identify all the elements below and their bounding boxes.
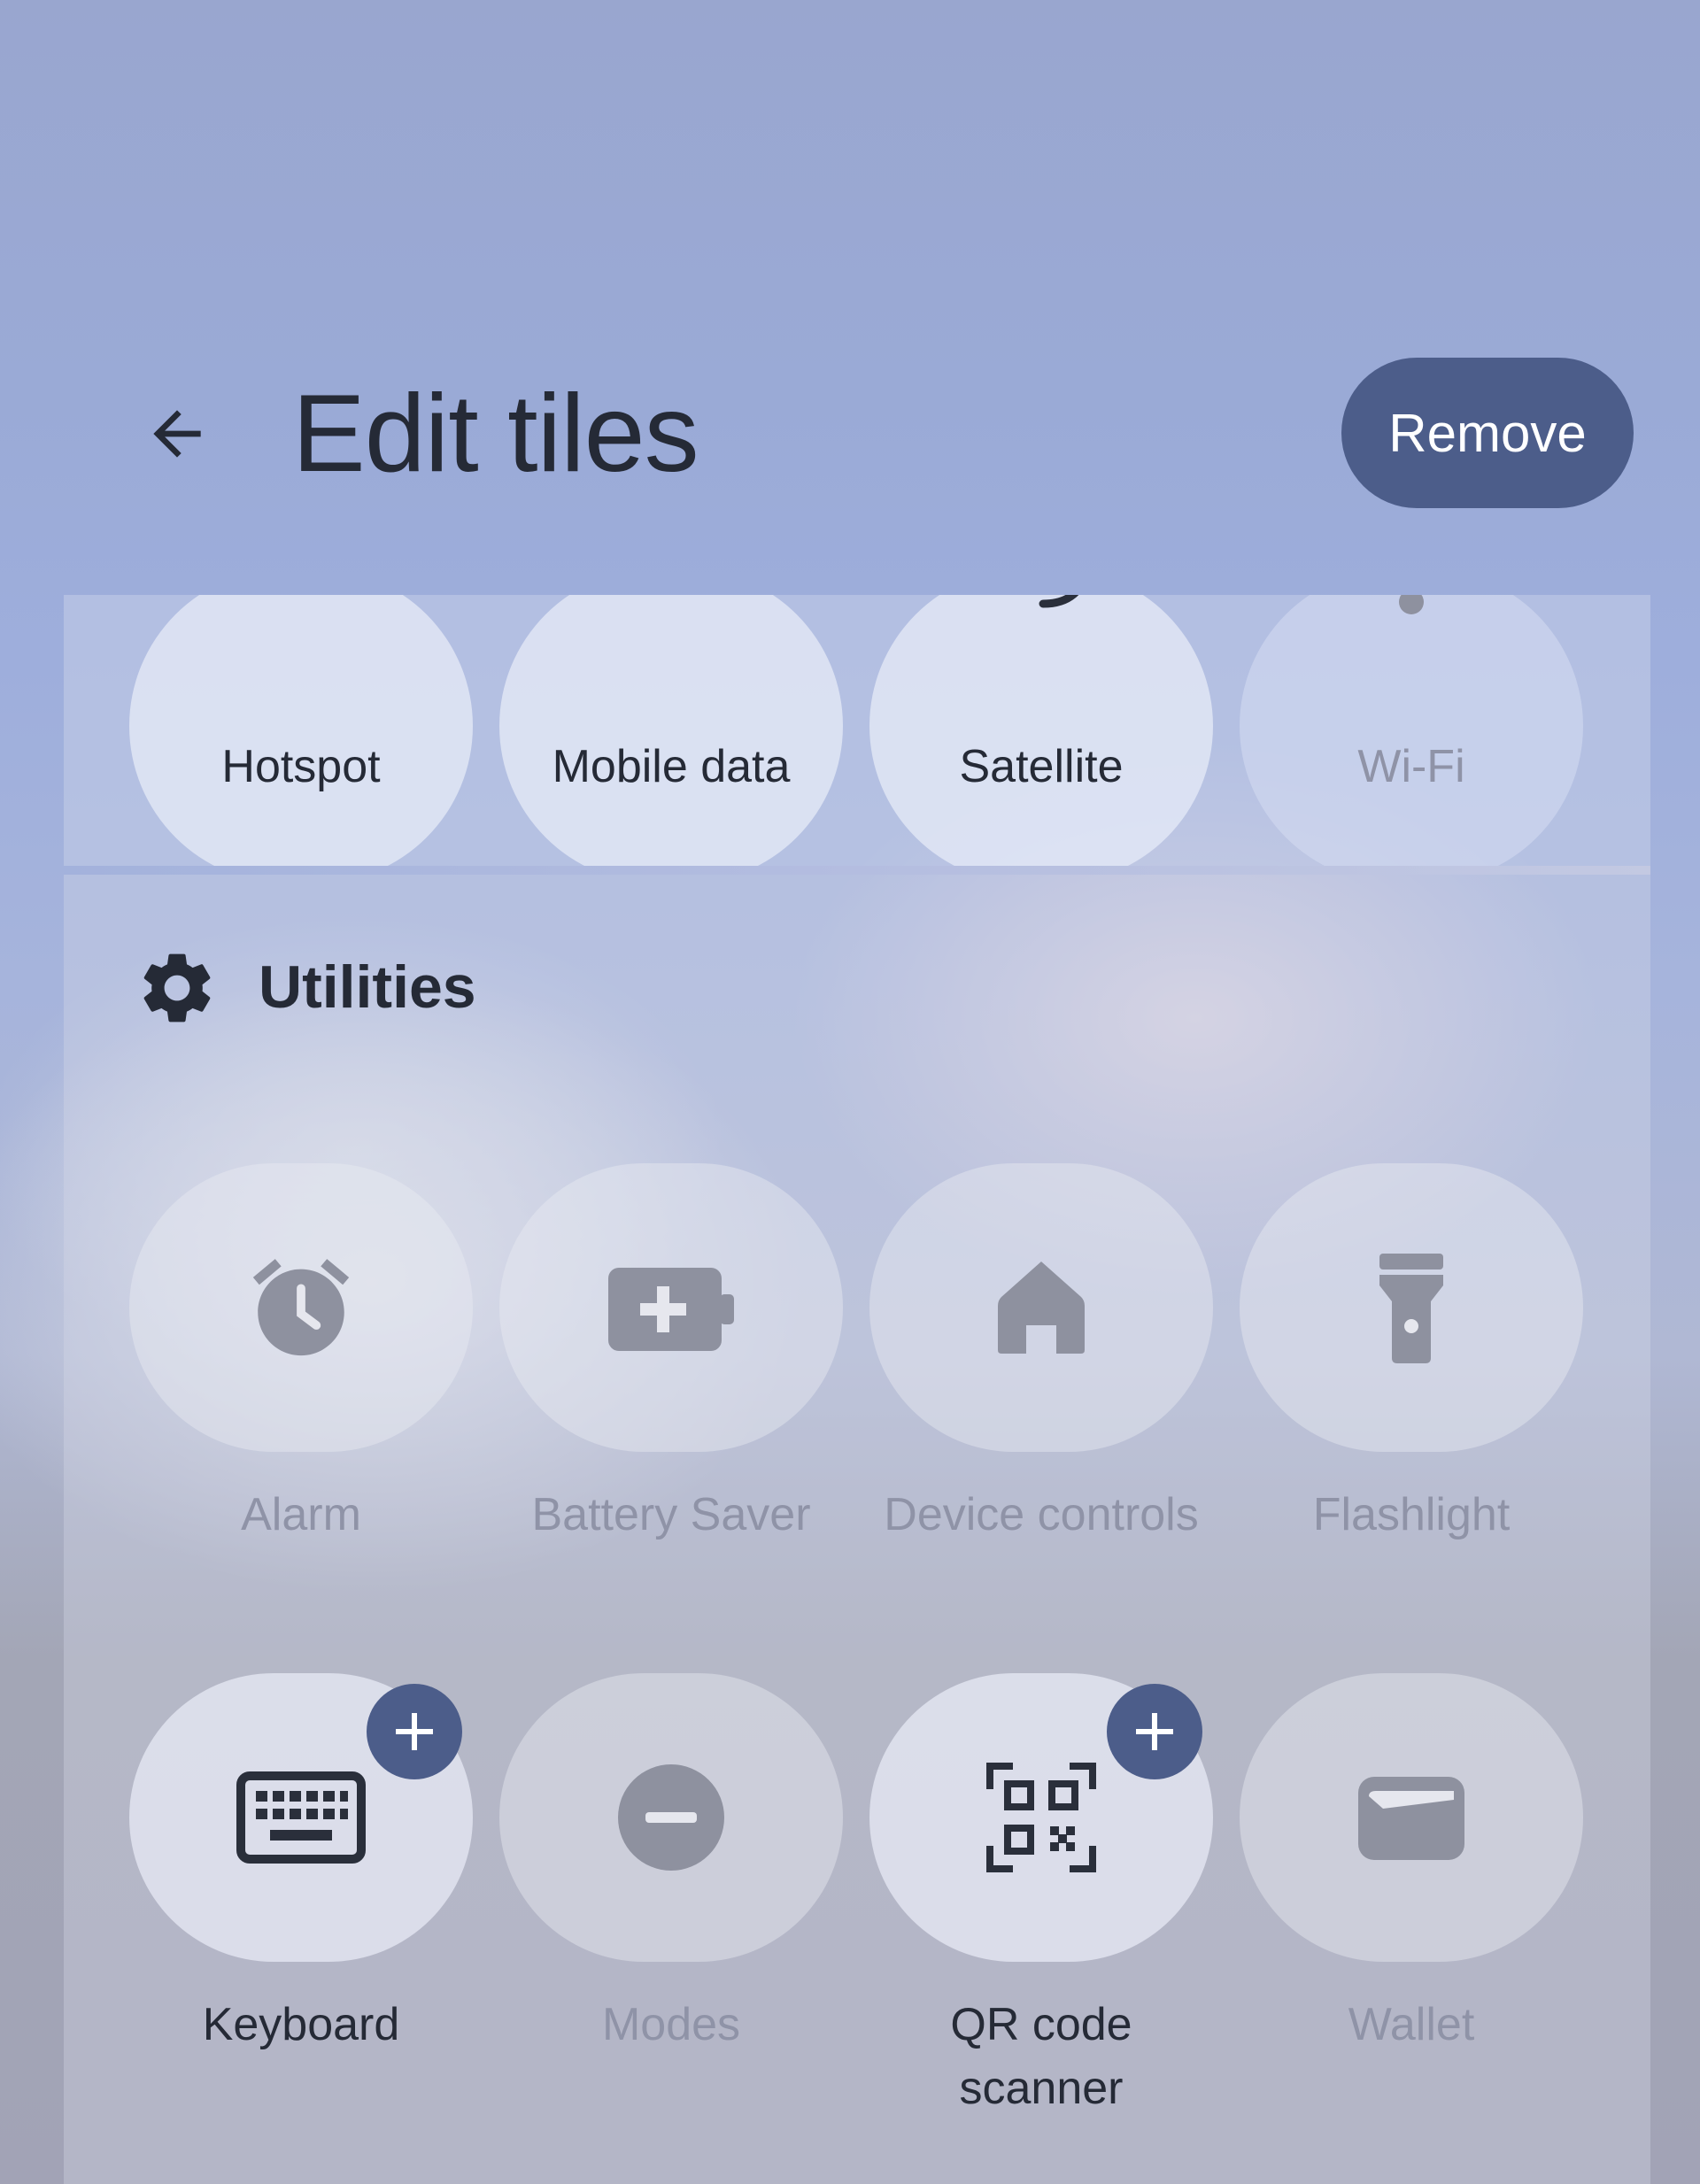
add-qr-code-scanner-button[interactable] [1107, 1684, 1202, 1779]
tile-flashlight[interactable] [1240, 1163, 1583, 1452]
plus-icon [396, 1713, 433, 1750]
tile-hotspot[interactable] [129, 595, 473, 866]
tile-label: Keyboard [202, 1999, 400, 2050]
minus-circle-icon [618, 1764, 724, 1871]
header: Edit tiles Remove [0, 0, 1700, 595]
keyboard-icon [236, 1771, 366, 1864]
tile-battery-saver[interactable] [499, 1163, 843, 1452]
tile-label: QR code scanner [950, 1999, 1132, 2114]
qr-code-scanner-icon [986, 1763, 1096, 1872]
tile-label: Wallet [1348, 1999, 1475, 2050]
wallet-icon [1358, 1777, 1464, 1860]
wifi-icon [1399, 595, 1424, 614]
tile-label: Battery Saver [531, 1489, 811, 1540]
tile-label: Modes [601, 1999, 741, 2050]
tile-mobile-data[interactable] [499, 595, 843, 866]
tile-satellite[interactable] [869, 595, 1213, 866]
tile-label: Flashlight [1312, 1489, 1511, 1540]
add-keyboard-button[interactable] [367, 1684, 462, 1779]
back-button[interactable] [124, 381, 230, 487]
section-title: Utilities [259, 953, 476, 1021]
tile-label: Alarm [241, 1489, 361, 1540]
battery-saver-icon [608, 1268, 734, 1351]
tile-modes[interactable] [499, 1673, 843, 1962]
tile-label: Mobile data [552, 741, 791, 792]
tile-label: Wi-Fi [1357, 741, 1465, 792]
mobile-data-icon [636, 595, 707, 613]
home-icon [998, 1262, 1085, 1354]
tile-wallet[interactable] [1240, 1673, 1583, 1962]
tile-device-controls[interactable] [869, 1163, 1213, 1452]
back-arrow-icon [153, 410, 201, 458]
flashlight-icon [1379, 1254, 1443, 1363]
plus-icon [1136, 1713, 1173, 1750]
satellite-icon [1039, 595, 1078, 608]
connectivity-section: Hotspot Mobile data Satellite Wi-Fi [64, 595, 1650, 866]
tile-alarm[interactable] [129, 1163, 473, 1452]
tile-label: Device controls [884, 1489, 1199, 1540]
remove-button[interactable]: Remove [1341, 358, 1634, 508]
tile-wi-fi[interactable] [1240, 595, 1583, 866]
page-title: Edit tiles [292, 373, 699, 495]
tile-label: Satellite [959, 741, 1124, 792]
gear-icon [143, 953, 211, 1023]
hotspot-icon [248, 595, 354, 613]
section-divider [64, 866, 1650, 875]
tile-label: Hotspot [221, 741, 381, 792]
alarm-icon [252, 1259, 350, 1356]
